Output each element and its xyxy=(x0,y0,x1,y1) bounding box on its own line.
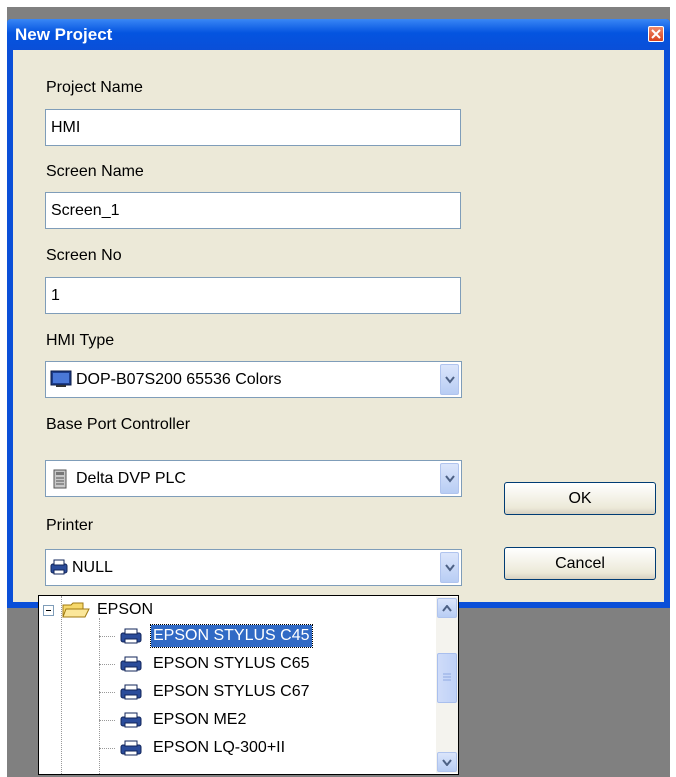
cancel-button[interactable]: Cancel xyxy=(504,547,656,580)
printer-option[interactable]: EPSON STYLUS C67 xyxy=(117,681,417,703)
printer-option-label: EPSON LQ-300+II xyxy=(153,739,286,756)
base-port-select[interactable]: Delta DVP PLC xyxy=(45,460,462,497)
chevron-down-icon[interactable] xyxy=(440,552,459,583)
title-bar[interactable]: New Project xyxy=(7,19,670,50)
scroll-up-button[interactable] xyxy=(437,598,457,618)
tree-line xyxy=(99,692,115,693)
printer-dropdown-list[interactable]: EPSON EPSON STYLUS C45 EPSON STYLUS C65 xyxy=(38,595,459,775)
outer-margin xyxy=(670,0,676,777)
tree-line xyxy=(99,636,115,637)
tree-line xyxy=(99,748,115,749)
tree-group-label: EPSON xyxy=(97,601,154,618)
hmi-type-value: DOP-B07S200 65536 Colors xyxy=(76,371,282,388)
base-port-label: Base Port Controller xyxy=(46,416,191,433)
close-icon[interactable] xyxy=(648,26,664,42)
printer-icon xyxy=(49,558,69,576)
scrollbar-thumb[interactable] xyxy=(437,653,457,703)
outer-margin xyxy=(0,0,7,777)
printer-option[interactable]: EPSON ME2 xyxy=(117,709,417,731)
dialog-title: New Project xyxy=(15,25,113,44)
monitor-icon xyxy=(50,370,72,388)
tree-line xyxy=(99,618,100,774)
chevron-down-icon[interactable] xyxy=(440,364,459,395)
hmi-type-select[interactable]: DOP-B07S200 65536 Colors xyxy=(45,361,462,398)
new-project-dialog: New Project Project Name HMI Screen Name… xyxy=(7,19,670,608)
printer-option-label: EPSON STYLUS C67 xyxy=(153,683,310,700)
dropdown-scrollbar[interactable] xyxy=(436,597,458,773)
printer-option-label: EPSON ME2 xyxy=(153,711,247,728)
project-name-input[interactable]: HMI xyxy=(45,109,461,146)
printer-label: Printer xyxy=(46,517,94,534)
plc-icon xyxy=(50,469,70,489)
chevron-down-icon[interactable] xyxy=(440,463,459,494)
printer-value: NULL xyxy=(72,559,113,576)
printer-icon xyxy=(119,655,143,680)
printer-option-label: EPSON STYLUS C65 xyxy=(153,655,310,672)
tree-collapse-icon[interactable] xyxy=(43,605,54,616)
printer-option[interactable]: EPSON LQ-300+II xyxy=(117,737,417,759)
screen-no-label: Screen No xyxy=(46,247,122,264)
printer-icon xyxy=(119,711,143,736)
tree-line xyxy=(99,664,115,665)
screen-name-input[interactable]: Screen_1 xyxy=(45,192,461,229)
printer-select[interactable]: NULL xyxy=(45,549,462,586)
open-folder-icon xyxy=(61,600,91,627)
project-name-label: Project Name xyxy=(46,79,143,96)
printer-option[interactable]: EPSON STYLUS C65 xyxy=(117,653,417,675)
screen-name-label: Screen Name xyxy=(46,163,144,180)
base-port-value: Delta DVP PLC xyxy=(76,470,186,487)
tree-line xyxy=(99,720,115,721)
printer-icon xyxy=(119,683,143,708)
printer-option[interactable]: EPSON STYLUS C45 xyxy=(117,624,417,648)
printer-option-label: EPSON STYLUS C45 xyxy=(150,624,313,648)
hmi-type-label: HMI Type xyxy=(46,332,115,349)
printer-icon xyxy=(119,627,143,652)
ok-button[interactable]: OK xyxy=(504,482,656,515)
outer-margin xyxy=(0,0,676,7)
printer-icon xyxy=(119,739,143,764)
screen-no-input[interactable]: 1 xyxy=(45,277,461,314)
scroll-down-button[interactable] xyxy=(437,752,457,772)
tree-group-epson[interactable]: EPSON xyxy=(39,599,435,621)
dialog-body: Project Name HMI Screen Name Screen_1 Sc… xyxy=(13,50,664,602)
